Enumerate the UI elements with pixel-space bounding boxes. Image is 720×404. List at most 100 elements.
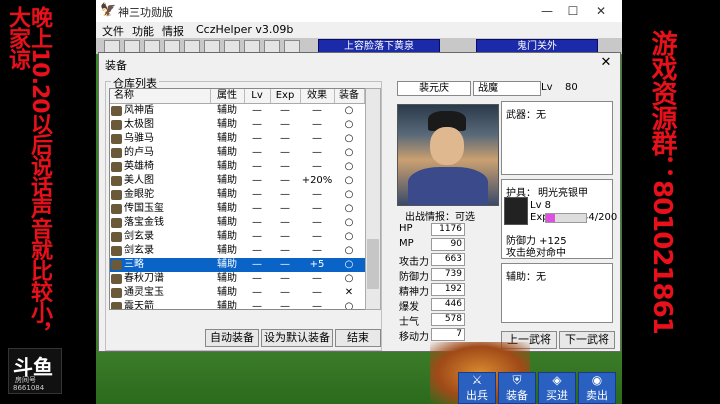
set-default-equip-button[interactable]: 设为默认装备: [261, 329, 333, 347]
cell-exp: —: [280, 273, 290, 284]
dialog-close-button[interactable]: ✕: [597, 55, 615, 71]
table-row[interactable]: 的卢马 辅助 — — — ○: [110, 146, 365, 160]
menu-helper[interactable]: CczHelper v3.09b: [196, 23, 293, 36]
menu-bar: 文件 功能 情报 CczHelper v3.09b: [96, 22, 622, 38]
maximize-button[interactable]: ☐: [562, 2, 584, 20]
armor-exp-fill: [546, 214, 555, 222]
equip-button[interactable]: ⛨ 装备: [498, 372, 536, 404]
cell-eff: —: [312, 203, 322, 214]
cell-exp: —: [280, 301, 290, 310]
weapon-label: 武器：无: [506, 110, 546, 121]
douyu-logo: 斗鱼 房间号 8661084: [8, 348, 62, 394]
table-row[interactable]: 乌骓马 辅助 — — — ○: [110, 132, 365, 146]
stat-value: 446: [431, 298, 465, 311]
cell-lv: —: [252, 105, 262, 116]
cell-eq: ○: [344, 119, 354, 130]
cell-name: 金眼驼: [124, 189, 154, 200]
auto-equip-button[interactable]: 自动装备: [205, 329, 259, 347]
stat-value: 578: [431, 313, 465, 326]
weapon-box[interactable]: 武器：无: [501, 101, 613, 175]
end-button[interactable]: 结束: [335, 329, 381, 347]
cell-lv: —: [252, 133, 262, 144]
col-exp[interactable]: Exp: [270, 89, 301, 103]
stat-value: 1176: [431, 223, 465, 236]
table-row[interactable]: 美人图 辅助 — — +20% ○: [110, 174, 365, 188]
cell-attr: 辅助: [217, 301, 237, 310]
sell-button[interactable]: ◉ 卖出: [578, 372, 616, 404]
cell-attr: 辅助: [217, 133, 237, 144]
minimize-button[interactable]: —: [536, 2, 558, 20]
logo-room-number: 8661084: [13, 384, 45, 392]
col-attr[interactable]: 属性: [210, 89, 245, 103]
game-window: 🦅 神三功勋版 — ☐ ✕ 文件 功能 情报 CczHelper v3.09b …: [96, 0, 622, 404]
stat-label: HP: [399, 223, 413, 234]
table-row[interactable]: 剑玄录 辅助 — — — ○: [110, 230, 365, 244]
table-row[interactable]: 三略 辅助 — — +5 ○: [110, 258, 365, 272]
col-name[interactable]: 名称: [110, 89, 211, 103]
armor-effect: 攻击绝对命中: [506, 248, 566, 259]
cell-eff: —: [312, 245, 322, 256]
table-row[interactable]: 传国玉玺 辅助 — — — ○: [110, 202, 365, 216]
table-row[interactable]: 风神盾 辅助 — — — ○: [110, 104, 365, 118]
menu-intel[interactable]: 情报: [162, 23, 184, 39]
stat-label: MP: [399, 238, 414, 249]
deploy-label: 出兵: [466, 389, 488, 402]
menu-file[interactable]: 文件: [102, 23, 124, 39]
assist-box[interactable]: 辅助：无: [501, 263, 613, 323]
right-overlay-panel: 游戏资源群：801021861: [622, 0, 720, 404]
cell-eff: —: [312, 161, 322, 172]
table-row[interactable]: 震天箭 辅助 — — — ○: [110, 300, 365, 310]
cell-attr: 辅助: [217, 105, 237, 116]
table-row[interactable]: 金眼驼 辅助 — — — ○: [110, 188, 365, 202]
deploy-button[interactable]: ⚔ 出兵: [458, 372, 496, 404]
buy-button[interactable]: ◈ 买进: [538, 372, 576, 404]
next-general-button[interactable]: 下一武将: [559, 331, 615, 349]
cell-eff: —: [312, 189, 322, 200]
table-row[interactable]: 英雄椅 辅助 — — — ○: [110, 160, 365, 174]
table-scrollbar[interactable]: [365, 88, 381, 310]
col-effect[interactable]: 效果: [300, 89, 335, 103]
col-lv[interactable]: Lv: [244, 89, 271, 103]
stat-value: 7: [431, 328, 465, 341]
armor-exp-value: 44/200: [582, 212, 618, 223]
cell-exp: —: [280, 203, 290, 214]
table-row[interactable]: 通灵宝玉 辅助 — — — ✕: [110, 286, 365, 300]
cell-eff: —: [312, 119, 322, 130]
equipment-dialog: 装备 ✕ 仓库列表 名称 属性 Lv Exp 效果 装备 风神盾 辅助 — — — ○ 太极…: [98, 52, 621, 352]
cell-exp: —: [280, 189, 290, 200]
table-row[interactable]: 落宝金钱 辅助 — — — ○: [110, 216, 365, 230]
cell-eq: ○: [344, 189, 354, 200]
cell-name: 落宝金钱: [124, 217, 164, 228]
table-row[interactable]: 春秋刀谱 辅助 — — — ○: [110, 272, 365, 286]
cell-lv: —: [252, 287, 262, 298]
table-row[interactable]: 剑玄录 辅助 — — — ○: [110, 244, 365, 258]
table-row[interactable]: 太极图 辅助 — — — ○: [110, 118, 365, 132]
col-equip[interactable]: 装备: [334, 89, 365, 103]
stat-label: 士气: [399, 317, 419, 328]
stat-label: 防御力: [399, 272, 429, 283]
cell-eff: —: [312, 273, 322, 284]
cell-attr: 辅助: [217, 259, 237, 270]
cell-eq: ○: [344, 273, 354, 284]
menu-function[interactable]: 功能: [132, 23, 154, 39]
stat-value: 192: [431, 283, 465, 296]
cell-eff: —: [312, 231, 322, 242]
app-bird-icon: 🦅: [100, 3, 117, 18]
cell-attr: 辅助: [217, 119, 237, 130]
cell-name: 美人图: [124, 175, 154, 186]
cell-eff: —: [312, 105, 322, 116]
stat-value: 90: [431, 238, 465, 251]
stat-label: 精神力: [399, 287, 429, 298]
cell-name: 通灵宝玉: [124, 287, 164, 298]
close-window-button[interactable]: ✕: [590, 2, 612, 20]
scrollbar-thumb[interactable]: [367, 239, 379, 289]
cell-exp: —: [280, 287, 290, 298]
cell-lv: —: [252, 189, 262, 200]
cell-eff: +20%: [301, 175, 333, 186]
cell-eq: ○: [344, 203, 354, 214]
cell-exp: —: [280, 175, 290, 186]
general-class-select[interactable]: 战魔: [473, 81, 541, 96]
cell-attr: 辅助: [217, 189, 237, 200]
cell-eq: ○: [344, 105, 354, 116]
cell-eq: ○: [344, 231, 354, 242]
